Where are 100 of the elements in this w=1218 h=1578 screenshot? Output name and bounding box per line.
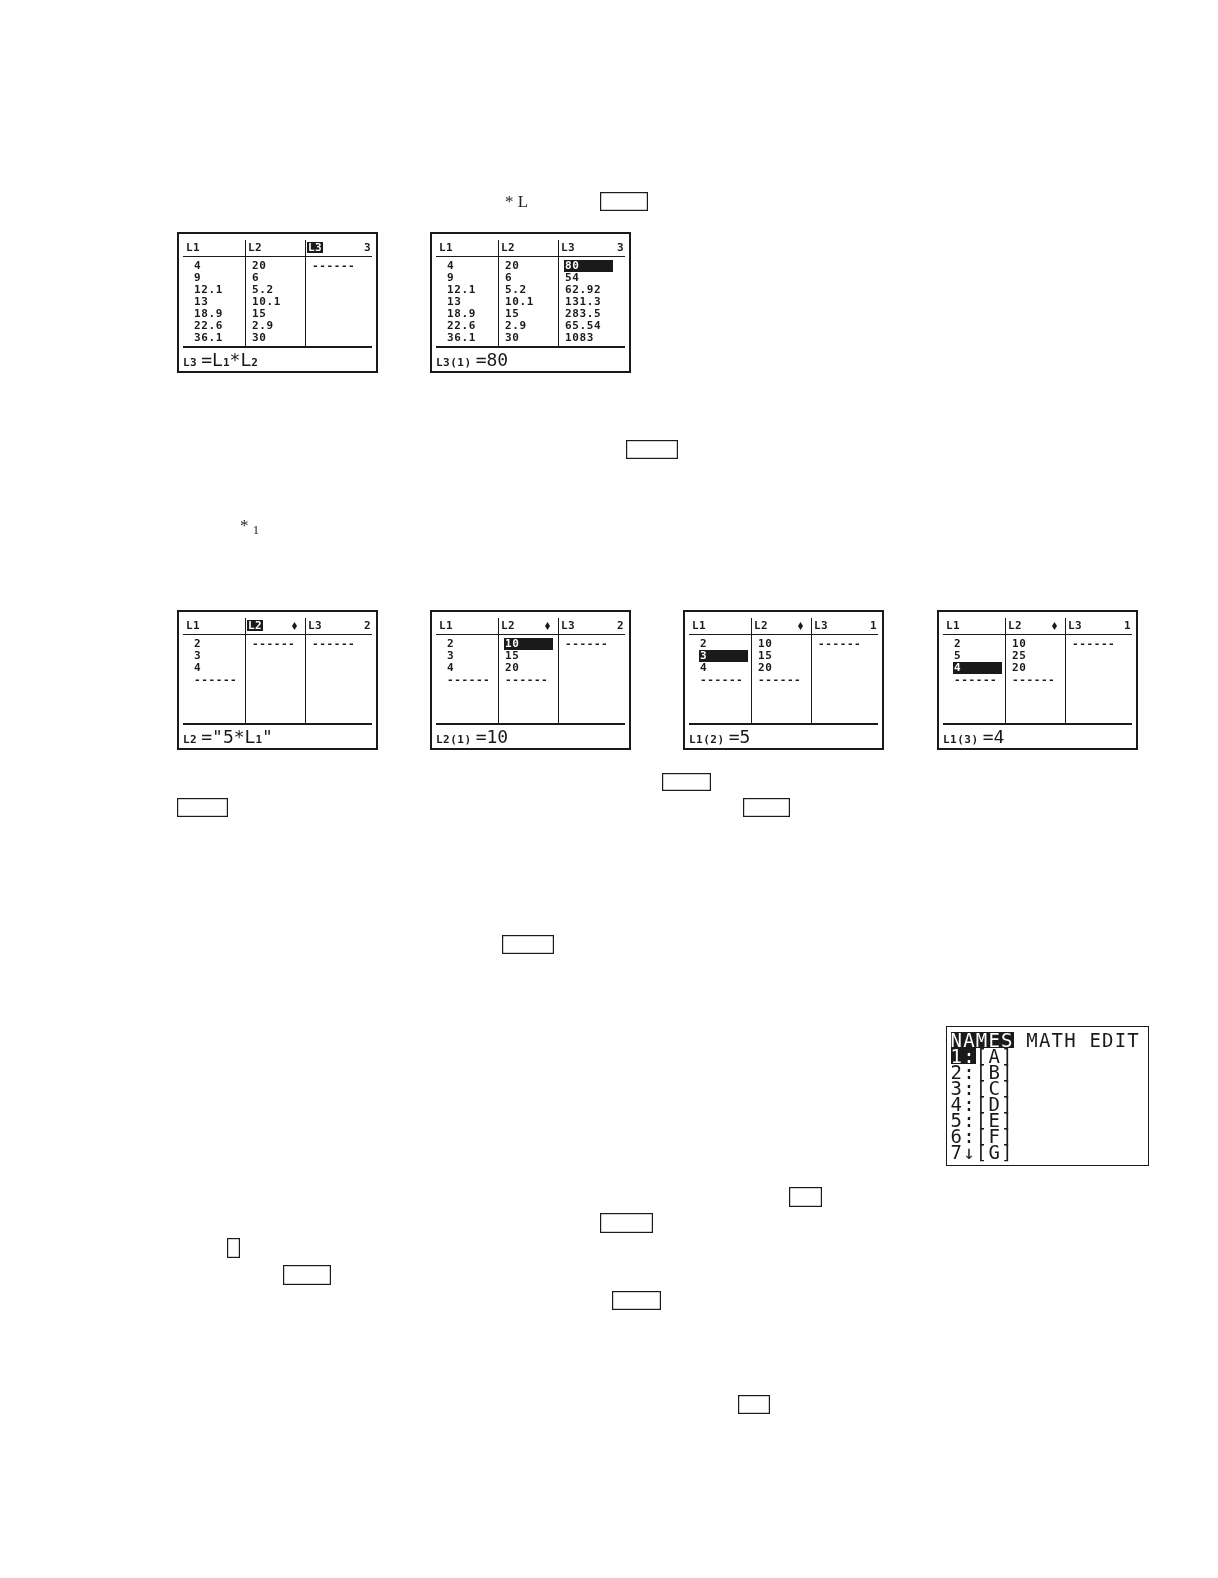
list-cell: 4 xyxy=(953,661,1002,674)
list-cell: 10 xyxy=(504,637,553,650)
blank-key-icon xyxy=(502,935,554,954)
list-cell: ------ xyxy=(252,637,296,650)
column-header: L2 xyxy=(1007,619,1024,631)
list-cell: ------ xyxy=(700,673,744,686)
matrix-name: [G] xyxy=(975,1143,1014,1160)
column-number: 3 xyxy=(363,241,371,253)
formula-fragment: * $_{1}$ xyxy=(240,516,260,536)
list-cell: 15 xyxy=(758,649,773,662)
list-cell: ------ xyxy=(312,637,356,650)
menu-item-number: 6: xyxy=(950,1127,976,1144)
list-cell: 9 xyxy=(447,271,455,284)
list-cell: 54 xyxy=(565,271,580,284)
list-cell: 15 xyxy=(505,307,520,320)
menu-item-number: 7↓ xyxy=(950,1143,976,1160)
list-cell: 12.1 xyxy=(194,283,223,296)
list-cell: 20 xyxy=(505,259,520,272)
blank-key-icon xyxy=(612,1291,661,1310)
menu-label[interactable]: EDIT xyxy=(1089,1031,1140,1048)
list-cell: 15 xyxy=(252,307,267,320)
list-cell: 25 xyxy=(1012,649,1027,662)
list-cell: 36.1 xyxy=(194,331,223,344)
column-header: L1 xyxy=(185,619,202,631)
column-number: 1 xyxy=(1123,619,1131,631)
column-header: L3 xyxy=(307,619,324,631)
blank-key-icon xyxy=(177,798,228,817)
list-cell: ------ xyxy=(1012,673,1056,686)
list-cell: 5 xyxy=(954,649,962,662)
list-cell: 80 xyxy=(564,259,613,272)
menu-item-number: 4: xyxy=(950,1095,976,1112)
menu-label[interactable]: NAMES xyxy=(950,1031,1014,1048)
column-header: L1 xyxy=(438,619,455,631)
menu-item-number: 2: xyxy=(950,1063,976,1080)
list-cell: ------ xyxy=(505,673,549,686)
entry-text: =80 xyxy=(475,350,509,370)
column-header: L3 xyxy=(813,619,830,631)
list-cell: 22.6 xyxy=(447,319,476,332)
list-cell: 9 xyxy=(194,271,202,284)
blank-key-icon xyxy=(283,1265,331,1285)
list-cell: ------ xyxy=(194,673,238,686)
entry-prompt: L3(1) xyxy=(436,355,472,371)
list-cell: 22.6 xyxy=(194,319,223,332)
formula-fragment: * L xyxy=(505,192,529,212)
column-number: 3 xyxy=(616,241,624,253)
list-cell: 5.2 xyxy=(252,283,274,296)
entry-text: =4 xyxy=(982,727,1005,747)
list-cell: 4 xyxy=(194,661,202,674)
column-header: L1 xyxy=(945,619,962,631)
column-header: L2 xyxy=(500,241,517,253)
column-header: L3 xyxy=(307,241,324,253)
column-header: L2 xyxy=(500,619,517,631)
list-cell: 3 xyxy=(447,649,455,662)
list-cell: 10 xyxy=(758,637,773,650)
blank-key-icon xyxy=(789,1187,822,1207)
list-cell: 20 xyxy=(1012,661,1027,674)
menu-item-number: 3: xyxy=(950,1079,976,1096)
list-cell: 3 xyxy=(194,649,202,662)
list-cell: 5.2 xyxy=(505,283,527,296)
list-cell: 10.1 xyxy=(252,295,281,308)
blank-key-icon xyxy=(227,1238,240,1258)
list-cell: ------ xyxy=(565,637,609,650)
list-cell: 10.1 xyxy=(505,295,534,308)
blank-key-icon xyxy=(600,1213,653,1233)
list-cell: 4 xyxy=(700,661,708,674)
list-cell: 4 xyxy=(447,259,455,272)
list-cell: 20 xyxy=(252,259,267,272)
list-cell: ------ xyxy=(954,673,998,686)
list-cell: ------ xyxy=(447,673,491,686)
column-header: L3 xyxy=(560,619,577,631)
list-cell: 15 xyxy=(505,649,520,662)
entry-prompt: L1(2) xyxy=(689,732,725,748)
blank-key-icon xyxy=(738,1395,770,1414)
list-cell: 2 xyxy=(447,637,455,650)
matrix-name: [A] xyxy=(975,1047,1014,1064)
blank-key-icon xyxy=(600,192,648,211)
list-cell: ------ xyxy=(818,637,862,650)
list-cell: 1083 xyxy=(565,331,594,344)
menu-label[interactable]: MATH xyxy=(1026,1031,1077,1048)
list-cell: 4 xyxy=(194,259,202,272)
column-number: 2 xyxy=(616,619,624,631)
column-header: L1 xyxy=(438,241,455,253)
column-header: L1 xyxy=(691,619,708,631)
column-header: L2 xyxy=(753,619,770,631)
list-cell: 3 xyxy=(699,649,748,662)
list-cell: 283.5 xyxy=(565,307,602,320)
list-cell: 30 xyxy=(505,331,520,344)
list-cell: 18.9 xyxy=(194,307,223,320)
list-cell: 2.9 xyxy=(505,319,527,332)
blank-key-icon xyxy=(662,773,711,791)
list-cell: 12.1 xyxy=(447,283,476,296)
blank-key-icon xyxy=(626,440,678,459)
column-number: 2 xyxy=(363,619,371,631)
column-header: L3 xyxy=(1067,619,1084,631)
list-cell: 2 xyxy=(700,637,708,650)
list-cell: 2 xyxy=(194,637,202,650)
list-cell: ------ xyxy=(1072,637,1116,650)
list-cell: 13 xyxy=(194,295,209,308)
menu-item-number: 5: xyxy=(950,1111,976,1128)
entry-text: =5 xyxy=(728,727,751,747)
